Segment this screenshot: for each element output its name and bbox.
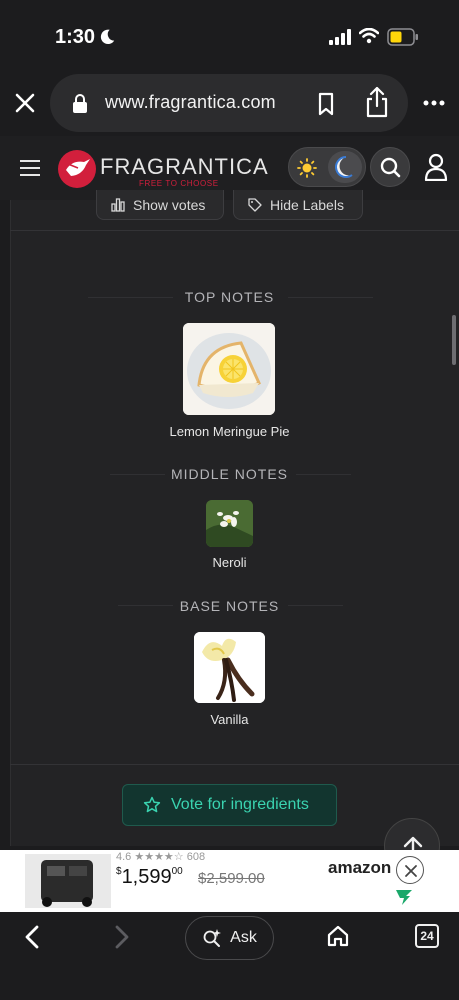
divider <box>10 230 459 231</box>
ask-label: Ask <box>230 929 257 946</box>
logo-bird-icon[interactable] <box>58 150 96 188</box>
show-votes-button[interactable]: Show votes <box>96 190 224 220</box>
ad-rating: 4.6 ★★★★☆ 608 <box>116 851 206 863</box>
divider <box>10 764 459 765</box>
ad-price: $1,59900 <box>116 866 183 888</box>
share-icon[interactable] <box>365 86 389 118</box>
page-scrollbar[interactable] <box>452 315 456 365</box>
cellular-signal-icon <box>329 29 351 45</box>
ad-product-image[interactable] <box>25 854 111 908</box>
note-name-vanilla[interactable]: Vanilla <box>0 712 459 727</box>
close-icon <box>405 865 417 877</box>
show-votes-label: Show votes <box>133 196 206 213</box>
close-icon[interactable] <box>12 90 38 116</box>
note-name-lemon-meringue-pie[interactable]: Lemon Meringue Pie <box>0 424 459 439</box>
vanilla-flower-image[interactable] <box>194 632 265 703</box>
status-bar: 1:30 <box>0 0 459 72</box>
ask-button[interactable]: Ask <box>185 916 274 960</box>
browser-page: 1:30 www.fragrantica.com FRAGRANTICA FRE… <box>0 0 459 1000</box>
logo-tagline: FREE TO CHOOSE <box>139 179 219 188</box>
search-button[interactable] <box>370 147 410 187</box>
url-text[interactable]: www.fragrantica.com <box>105 92 276 113</box>
hide-labels-label: Hide Labels <box>270 196 344 213</box>
url-bar-row: www.fragrantica.com <box>0 72 459 136</box>
home-icon[interactable] <box>326 924 350 948</box>
hamburger-menu-icon[interactable] <box>20 160 40 176</box>
wifi-icon <box>359 28 379 44</box>
search-icon <box>380 157 401 178</box>
site-header: FRAGRANTICA FREE TO CHOOSE <box>0 136 459 200</box>
browser-toolbar: Ask 24 <box>0 912 459 1000</box>
crescent-moon-icon <box>335 156 353 178</box>
middle-notes-heading: MIDDLE NOTES <box>170 466 288 482</box>
back-arrow-icon[interactable] <box>22 924 42 950</box>
dark-mode-button[interactable] <box>328 151 362 183</box>
lock-icon <box>73 94 87 113</box>
bookmark-icon[interactable] <box>317 92 335 116</box>
base-notes-heading: BASE NOTES <box>179 598 280 614</box>
amazon-logo[interactable]: amazon <box>328 858 391 878</box>
sparkle-search-icon <box>203 929 222 947</box>
status-time: 1:30 <box>55 26 96 48</box>
ad-old-price: $2,599.00 <box>198 870 265 887</box>
battery-icon <box>387 28 418 46</box>
top-notes-heading: TOP NOTES <box>184 289 275 305</box>
neroli-flower-image[interactable] <box>206 500 253 547</box>
tabs-button[interactable]: 24 <box>415 924 439 948</box>
star-icon <box>143 796 161 813</box>
vote-for-ingredients-button[interactable]: Vote for ingredients <box>122 784 337 826</box>
ad-banner[interactable]: 4.6 ★★★★☆ 608 $1,59900 $2,599.00 amazon <box>0 850 459 912</box>
ad-close-button[interactable] <box>396 856 424 884</box>
sun-icon[interactable] <box>297 158 317 178</box>
note-name-neroli[interactable]: Neroli <box>0 555 459 570</box>
user-account-icon[interactable] <box>424 153 448 181</box>
bar-chart-icon <box>111 197 125 212</box>
hide-labels-button[interactable]: Hide Labels <box>233 190 363 220</box>
logo-text[interactable]: FRAGRANTICA <box>100 154 269 180</box>
forward-arrow-icon[interactable] <box>112 924 132 950</box>
vote-button-label: Vote for ingredients <box>171 796 309 813</box>
moon-icon <box>100 29 115 45</box>
lemon-meringue-pie-image[interactable] <box>183 323 275 415</box>
ad-choices-icon[interactable] <box>394 888 414 906</box>
more-options-icon[interactable] <box>423 100 445 106</box>
tag-icon <box>248 197 262 212</box>
